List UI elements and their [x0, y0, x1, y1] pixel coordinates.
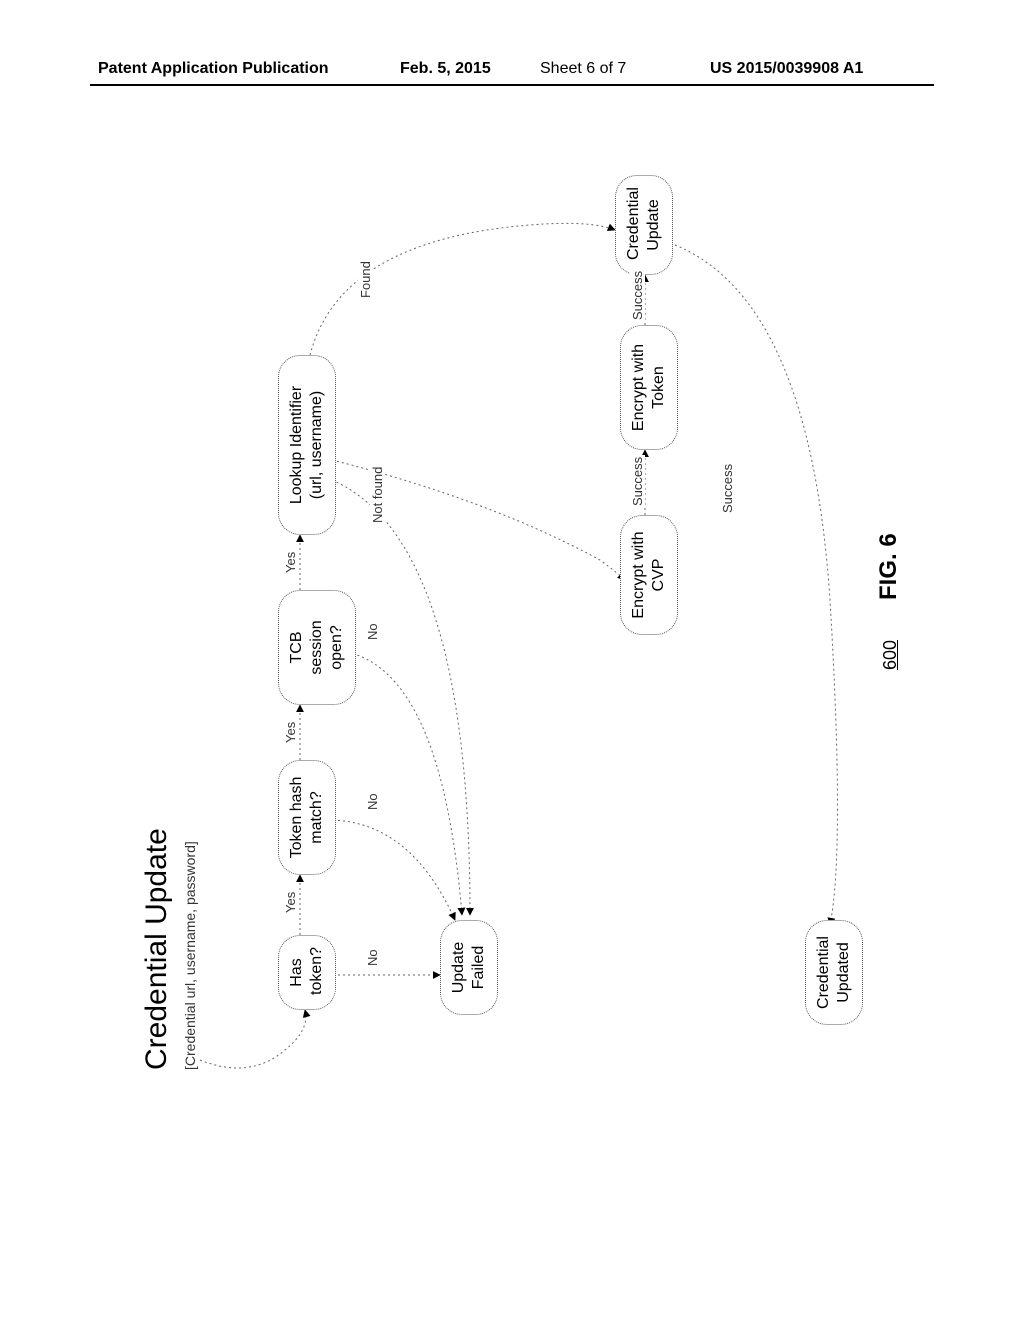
node-credential-update: CredentialUpdate — [615, 175, 673, 275]
edge-success-1: Success — [630, 455, 645, 508]
edge-no-2: No — [365, 791, 380, 812]
node-update-failed: UpdateFailed — [440, 920, 498, 1015]
diagram-subtitle: [Credential url, username, password] — [182, 841, 198, 1070]
diagram-area: Credential Update [Credential url, usern… — [110, 170, 930, 1100]
figure-label: FIG. 6 — [875, 533, 903, 600]
publication-type: Patent Application Publication — [98, 60, 329, 78]
node-encrypt-cvp: Encrypt withCVP — [620, 515, 678, 635]
diagram-title: Credential Update — [140, 828, 174, 1070]
publication-date: Feb. 5, 2015 — [400, 60, 491, 78]
edge-not-found: Not found — [370, 465, 385, 525]
edge-found: Found — [358, 259, 373, 300]
edge-yes-1: Yes — [283, 890, 298, 915]
node-has-token: Hastoken? — [278, 935, 336, 1010]
page: Patent Application Publication Feb. 5, 2… — [0, 0, 1024, 1320]
edge-no-1: No — [365, 947, 380, 968]
edge-success-2: Success — [630, 269, 645, 322]
node-lookup-identifier: Lookup Identifier(url, username) — [278, 355, 336, 535]
edge-no-3: No — [365, 621, 380, 642]
node-encrypt-token: Encrypt withToken — [620, 325, 678, 450]
node-token-hash-match: Token hashmatch? — [278, 760, 336, 875]
edge-success-3: Success — [720, 462, 735, 515]
header-rule — [90, 84, 934, 86]
sheet-number: Sheet 6 of 7 — [540, 60, 626, 78]
figure-reference-number: 600 — [880, 640, 901, 670]
node-credential-updated: CredentialUpdated — [805, 920, 863, 1025]
edge-yes-2: Yes — [283, 720, 298, 745]
publication-number: US 2015/0039908 A1 — [710, 60, 863, 78]
edge-yes-3: Yes — [283, 550, 298, 575]
diagram-rotated: Credential Update [Credential url, usern… — [110, 170, 930, 1100]
node-tcb-session-open: TCB sessionopen? — [278, 590, 356, 705]
